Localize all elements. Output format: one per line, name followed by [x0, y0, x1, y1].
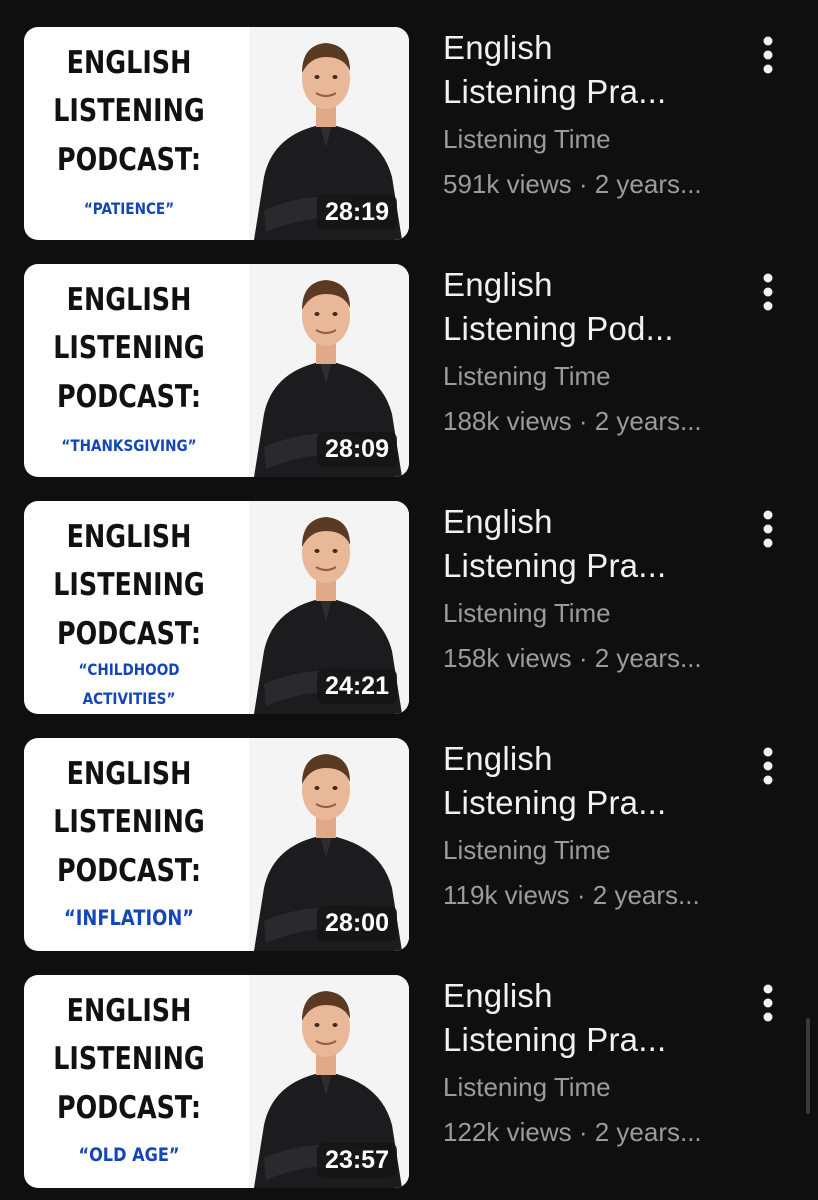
- more-options-button[interactable]: [748, 30, 788, 90]
- video-thumbnail[interactable]: ENGLISH LISTENING PODCAST: “CHILDHOOD AC…: [24, 501, 409, 714]
- thumbnail-topic: “INFLATION”: [64, 906, 194, 930]
- thumbnail-text: ENGLISH LISTENING PODCAST: “PATIENCE”: [24, 27, 234, 240]
- video-thumbnail[interactable]: ENGLISH LISTENING PODCAST: “INFLATION” 2…: [24, 738, 409, 951]
- duration-badge: 28:09: [317, 432, 397, 467]
- more-vert-icon: [763, 747, 773, 785]
- video-metadata: 119k views · 2 years...: [443, 880, 700, 910]
- duration-badge: 28:00: [317, 906, 397, 941]
- thumbnail-topic: “CHILDHOOD: [78, 660, 180, 679]
- video-item[interactable]: ENGLISH LISTENING PODCAST: “OLD AGE” 23:…: [0, 974, 818, 1190]
- more-vert-icon: [763, 984, 773, 1022]
- channel-name[interactable]: Listening Time: [443, 834, 611, 866]
- thumbnail-topic: “PATIENCE”: [83, 199, 175, 218]
- thumbnail-headline: LISTENING: [53, 567, 205, 603]
- video-title[interactable]: English Listening Pra...: [443, 737, 743, 825]
- video-title-line: English: [443, 503, 553, 540]
- video-title-line: English: [443, 29, 553, 66]
- thumbnail-headline: ENGLISH: [66, 756, 192, 792]
- channel-name[interactable]: Listening Time: [443, 1071, 611, 1103]
- video-title[interactable]: English Listening Pod...: [443, 263, 743, 351]
- video-title-line: English: [443, 977, 553, 1014]
- channel-name[interactable]: Listening Time: [443, 360, 611, 392]
- video-item[interactable]: ENGLISH LISTENING PODCAST: “CHILDHOOD AC…: [0, 500, 818, 716]
- thumbnail-headline: PODCAST:: [56, 853, 202, 889]
- thumbnail-headline: ENGLISH: [66, 993, 192, 1029]
- thumbnail-headline: PODCAST:: [56, 1090, 202, 1126]
- more-options-button[interactable]: [748, 978, 788, 1038]
- video-title-line: English: [443, 266, 553, 303]
- thumbnail-text: ENGLISH LISTENING PODCAST: “CHILDHOOD AC…: [24, 501, 234, 714]
- video-title-line: Listening Pra...: [443, 1021, 667, 1058]
- thumbnail-headline: ENGLISH: [66, 519, 192, 555]
- thumbnail-headline: ENGLISH: [66, 282, 192, 318]
- video-title[interactable]: English Listening Pra...: [443, 974, 743, 1062]
- more-vert-icon: [763, 510, 773, 548]
- thumbnail-headline: PODCAST:: [56, 616, 202, 652]
- video-metadata: 122k views · 2 years...: [443, 1117, 702, 1147]
- video-metadata: 591k views · 2 years...: [443, 169, 702, 199]
- video-thumbnail[interactable]: ENGLISH LISTENING PODCAST: “THANKSGIVING…: [24, 264, 409, 477]
- video-thumbnail[interactable]: ENGLISH LISTENING PODCAST: “OLD AGE” 23:…: [24, 975, 409, 1188]
- video-item[interactable]: ENGLISH LISTENING PODCAST: “INFLATION” 2…: [0, 737, 818, 953]
- video-metadata: 158k views · 2 years...: [443, 643, 702, 673]
- video-title-line: English: [443, 740, 553, 777]
- video-item[interactable]: ENGLISH LISTENING PODCAST: “PATIENCE” 28…: [0, 26, 818, 242]
- thumbnail-text: ENGLISH LISTENING PODCAST: “INFLATION”: [24, 738, 234, 951]
- thumbnail-text: ENGLISH LISTENING PODCAST: “THANKSGIVING…: [24, 264, 234, 477]
- video-metadata: 188k views · 2 years...: [443, 406, 702, 436]
- video-list: ENGLISH LISTENING PODCAST: “PATIENCE” 28…: [0, 0, 818, 1200]
- more-options-button[interactable]: [748, 267, 788, 327]
- thumbnail-headline: LISTENING: [53, 804, 205, 840]
- more-options-button[interactable]: [748, 504, 788, 564]
- video-title-line: Listening Pra...: [443, 784, 667, 821]
- video-item[interactable]: ENGLISH LISTENING PODCAST: “THANKSGIVING…: [0, 263, 818, 479]
- more-vert-icon: [763, 273, 773, 311]
- duration-badge: 24:21: [317, 669, 397, 704]
- video-title[interactable]: English Listening Pra...: [443, 26, 743, 114]
- video-title-line: Listening Pod...: [443, 310, 674, 347]
- channel-name[interactable]: Listening Time: [443, 597, 611, 629]
- video-title[interactable]: English Listening Pra...: [443, 500, 743, 588]
- duration-badge: 28:19: [317, 195, 397, 230]
- video-thumbnail[interactable]: ENGLISH LISTENING PODCAST: “PATIENCE” 28…: [24, 27, 409, 240]
- more-vert-icon: [763, 36, 773, 74]
- thumbnail-headline: ENGLISH: [66, 45, 192, 81]
- thumbnail-topic: “THANKSGIVING”: [61, 436, 197, 455]
- thumbnail-headline: LISTENING: [53, 330, 205, 366]
- thumbnail-headline: LISTENING: [53, 1041, 205, 1077]
- thumbnail-topic: “OLD AGE”: [78, 1144, 180, 1166]
- scrollbar-thumb[interactable]: [806, 1018, 810, 1114]
- thumbnail-headline: PODCAST:: [56, 379, 202, 415]
- more-options-button[interactable]: [748, 741, 788, 801]
- thumbnail-headline: PODCAST:: [56, 142, 202, 178]
- duration-badge: 23:57: [317, 1143, 397, 1178]
- thumbnail-text: ENGLISH LISTENING PODCAST: “OLD AGE”: [24, 975, 234, 1188]
- channel-name[interactable]: Listening Time: [443, 123, 611, 155]
- thumbnail-headline: LISTENING: [53, 93, 205, 129]
- video-title-line: Listening Pra...: [443, 547, 667, 584]
- video-title-line: Listening Pra...: [443, 73, 667, 110]
- thumbnail-topic: ACTIVITIES”: [82, 689, 176, 708]
